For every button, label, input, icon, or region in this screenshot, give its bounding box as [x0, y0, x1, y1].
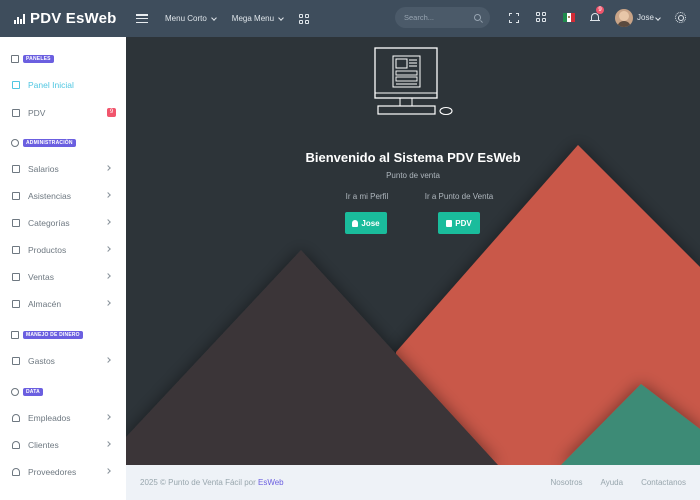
- sidebar-item-proveedores[interactable]: Proveedores: [0, 462, 126, 482]
- sidebar-item-gastos[interactable]: Gastos: [0, 351, 126, 371]
- pos-button[interactable]: PDV: [438, 212, 480, 234]
- copyright-text: 2025 © Punto de Venta Fácil por: [140, 478, 258, 487]
- brand-name: PDV EsWeb: [30, 10, 117, 27]
- brand-logo-icon: [14, 13, 25, 24]
- warehouse-icon: [12, 300, 20, 308]
- copyright: 2025 © Punto de Venta Fácil por EsWeb: [140, 478, 551, 487]
- main-content: Bienvenido al Sistema PDV EsWeb Punto de…: [126, 37, 700, 465]
- fullscreen-icon[interactable]: [509, 13, 519, 23]
- profile-button[interactable]: Jose: [345, 212, 387, 234]
- pdv-badge: 9: [107, 108, 116, 117]
- sidebar-item-label: Gastos: [28, 356, 55, 366]
- lock-icon: [11, 331, 19, 339]
- sidebar-item-label: Clientes: [28, 440, 59, 450]
- settings-gear-icon[interactable]: [675, 12, 686, 23]
- money-icon: [12, 165, 20, 173]
- sidebar-item-label: Almacén: [28, 299, 62, 309]
- sidebar-item-label: Ventas: [28, 272, 54, 282]
- chevron-down-icon: [278, 14, 284, 21]
- sidebar-item-asistencias[interactable]: Asistencias: [0, 186, 126, 206]
- apps-grid-icon[interactable]: [536, 12, 546, 22]
- page-subtitle: Punto de venta: [386, 171, 440, 180]
- dashboard-icon: [12, 81, 20, 89]
- users-icon: [12, 414, 20, 422]
- sidebar: PANELES Panel Inicial PDV 9 ADMINISTRACI…: [0, 37, 126, 500]
- user-name: Jose: [637, 13, 654, 22]
- section-administracion: ADMINISTRACIÓN: [11, 139, 76, 147]
- tag-icon: [12, 219, 20, 227]
- user-menu[interactable]: Jose: [637, 13, 661, 22]
- sidebar-item-label: Proveedores: [28, 467, 77, 477]
- receipt-icon: [12, 273, 20, 281]
- cart-icon: [12, 246, 20, 254]
- footer-link-nosotros[interactable]: Nosotros: [551, 478, 583, 487]
- brand[interactable]: PDV EsWeb: [0, 0, 126, 37]
- profile-link-label: Ir a mi Perfil: [345, 192, 389, 201]
- mega-menu-dropdown[interactable]: Mega Menu: [231, 14, 284, 23]
- search-input[interactable]: Search...: [395, 7, 490, 28]
- wallet-icon: [12, 357, 20, 365]
- chevron-down-icon: [210, 14, 217, 21]
- users-icon: [11, 388, 19, 396]
- sidebar-item-label: Empleados: [28, 413, 71, 423]
- sidebar-item-label: Asistencias: [28, 191, 71, 201]
- sidebar-item-label: Panel Inicial: [28, 80, 74, 90]
- chart-icon: [11, 55, 19, 63]
- section-label: PANELES: [23, 55, 54, 63]
- notification-badge: 9: [596, 6, 604, 14]
- footer: 2025 © Punto de Venta Fácil por EsWeb No…: [126, 465, 700, 500]
- sidebar-item-label: Productos: [28, 245, 67, 255]
- sidebar-item-empleados[interactable]: Empleados: [0, 408, 126, 428]
- sidebar-item-almacen[interactable]: Almacén: [0, 294, 126, 314]
- users-icon: [12, 441, 20, 449]
- sidebar-item-panel-inicial[interactable]: Panel Inicial: [0, 75, 126, 95]
- section-label: ADMINISTRACIÓN: [23, 139, 76, 147]
- computer-monitor-icon: [374, 47, 453, 116]
- section-label: MANEJO DE DINERO: [23, 331, 83, 339]
- sidebar-item-clientes[interactable]: Clientes: [0, 435, 126, 455]
- pos-button-label: PDV: [455, 218, 472, 228]
- footer-link-ayuda[interactable]: Ayuda: [601, 478, 624, 487]
- search-placeholder: Search...: [404, 13, 435, 22]
- sidebar-item-salarios[interactable]: Salarios: [0, 159, 126, 179]
- sidebar-item-categorias[interactable]: Categorías: [0, 213, 126, 233]
- esweb-link[interactable]: EsWeb: [258, 478, 284, 487]
- section-data: DATA: [11, 388, 43, 396]
- sidebar-item-pdv[interactable]: PDV 9: [0, 103, 126, 123]
- mega-menu-label: Mega Menu: [231, 14, 275, 23]
- sidebar-item-productos[interactable]: Productos: [0, 240, 126, 260]
- apps-grid-icon[interactable]: [299, 13, 310, 24]
- footer-link-contactanos[interactable]: Contactanos: [641, 478, 686, 487]
- section-label: DATA: [23, 388, 43, 396]
- flag-mexico-icon[interactable]: [563, 13, 575, 22]
- user-icon: [11, 139, 19, 147]
- user-icon: [352, 219, 359, 227]
- calendar-icon: [12, 192, 20, 200]
- menu-icon[interactable]: [136, 14, 148, 23]
- sidebar-item-ventas[interactable]: Ventas: [0, 267, 126, 287]
- section-manejo-de-dinero: MANEJO DE DINERO: [11, 331, 83, 339]
- chevron-down-icon: [655, 15, 661, 21]
- menu-corto-dropdown[interactable]: Menu Corto: [165, 14, 217, 23]
- page-title: Bienvenido al Sistema PDV EsWeb: [305, 150, 521, 165]
- pos-link-label: Ir a Punto de Venta: [424, 192, 494, 201]
- document-icon: [446, 219, 453, 227]
- sidebar-item-label: Categorías: [28, 218, 70, 228]
- topbar: PDV EsWeb Menu Corto Mega Menu Search...…: [0, 0, 700, 37]
- sidebar-item-label: Salarios: [28, 164, 59, 174]
- grid-icon: [12, 109, 20, 117]
- profile-button-label: Jose: [361, 218, 380, 228]
- search-icon[interactable]: [474, 14, 481, 21]
- avatar[interactable]: [615, 9, 633, 27]
- users-icon: [12, 468, 20, 476]
- menu-corto-label: Menu Corto: [165, 14, 207, 23]
- section-paneles: PANELES: [11, 55, 54, 63]
